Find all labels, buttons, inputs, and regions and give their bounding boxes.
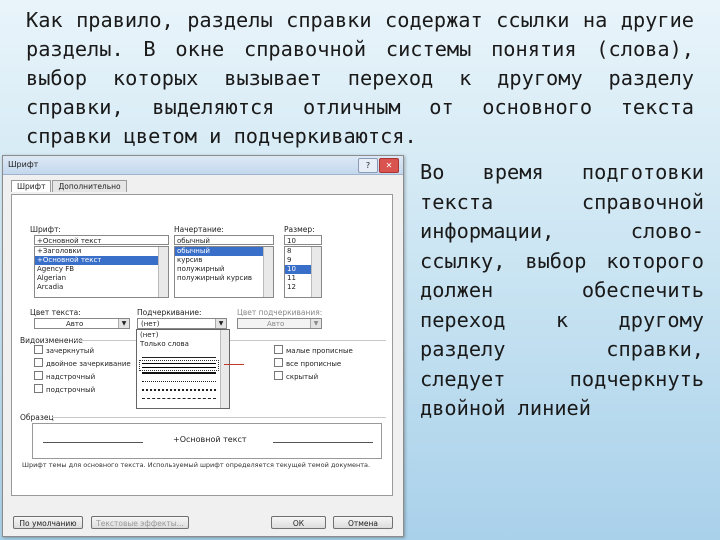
font-tab-panel: Шрифт: +Основной текст +Заголовки +Основ… (11, 194, 393, 496)
color-label: Цвет текста: (30, 308, 81, 317)
style-list-scrollbar[interactable] (263, 247, 273, 297)
list-item[interactable]: Algerian (35, 274, 168, 283)
divider (52, 417, 386, 418)
list-item[interactable]: +Основной текст (35, 256, 168, 265)
small-caps-checkbox[interactable]: малые прописные (274, 345, 353, 356)
checkbox-label: скрытый (286, 373, 319, 381)
sample-info: Шрифт темы для основного текста. Использ… (22, 461, 371, 469)
size-list-scrollbar[interactable] (311, 247, 321, 297)
help-button[interactable]: ? (358, 158, 378, 173)
list-item[interactable]: курсив (175, 256, 273, 265)
list-item[interactable]: полужирный курсив (175, 274, 273, 283)
size-label: Размер: (284, 225, 315, 234)
close-button[interactable]: ✕ (379, 158, 399, 173)
checkbox-label: надстрочный (46, 373, 96, 381)
side-paragraph: Во время подготовки текста справочной ин… (420, 160, 704, 420)
sample-text: +Основной текст (173, 435, 247, 444)
checkbox-label: малые прописные (286, 347, 353, 355)
underline-option-dotted[interactable] (142, 381, 216, 382)
pointer-line (224, 364, 244, 365)
underline-color-label: Цвет подчеркивания: (237, 308, 323, 317)
underline-option-double[interactable] (139, 360, 219, 371)
chevron-down-icon: ▼ (310, 319, 321, 328)
checkbox-box[interactable] (274, 371, 283, 380)
list-item[interactable]: Arcadia (35, 283, 168, 292)
chevron-down-icon[interactable]: ▼ (215, 319, 226, 328)
font-dialog: Шрифт ? ✕ Шрифт Дополнительно Шрифт: +Осн… (2, 155, 404, 537)
underline-option-words[interactable]: Только слова (140, 340, 216, 348)
tab-advanced[interactable]: Дополнительно (52, 180, 127, 192)
divider (74, 340, 386, 341)
checkbox-label: двойное зачеркивание (46, 360, 131, 368)
underline-option-thick[interactable] (142, 372, 216, 374)
underline-dropdown: (нет) Только слова (136, 329, 230, 409)
chevron-down-icon: ▼ (118, 319, 129, 328)
checkbox-label: зачеркнутый (46, 347, 94, 355)
checkbox-box[interactable] (34, 358, 43, 367)
color-value: Авто (66, 320, 84, 328)
checkbox-label: все прописные (286, 360, 342, 368)
checkbox-box[interactable] (34, 371, 43, 380)
list-item[interactable]: полужирный (175, 265, 273, 274)
intro-paragraph: Как правило, разделы справки содержат сс… (26, 8, 694, 148)
checkbox-label: подстрочный (46, 386, 96, 394)
underline-label: Подчеркивание: (137, 308, 202, 317)
sample-group-label: Образец (20, 413, 54, 422)
cancel-button[interactable]: Отмена (333, 516, 393, 529)
color-select[interactable]: Авто ▼ (34, 318, 130, 329)
underline-option-none[interactable]: (нет) (140, 331, 216, 339)
list-item[interactable]: Agency FB (35, 265, 168, 274)
font-list-scrollbar[interactable] (158, 247, 168, 297)
list-item[interactable]: +Заголовки (35, 247, 168, 256)
default-button[interactable]: По умолчанию (13, 516, 83, 529)
underline-option-single[interactable] (142, 357, 216, 358)
underline-select[interactable]: (нет) ▼ (137, 318, 227, 329)
dialog-titlebar: Шрифт ? ✕ (3, 156, 403, 175)
underline-color-value: Авто (267, 320, 285, 328)
hidden-checkbox[interactable]: скрытый (274, 371, 318, 382)
checkbox-box[interactable] (34, 345, 43, 354)
strikethrough-checkbox[interactable]: зачеркнутый (34, 345, 94, 356)
style-list[interactable]: обычный курсив полужирный полужирный кур… (174, 246, 274, 298)
dropdown-scrollbar[interactable] (220, 330, 229, 408)
tab-font[interactable]: Шрифт (11, 180, 52, 192)
font-input[interactable]: +Основной текст (34, 235, 169, 245)
list-item[interactable]: обычный (175, 247, 273, 256)
style-input[interactable]: обычный (174, 235, 274, 245)
checkbox-box[interactable] (274, 345, 283, 354)
text-effects-button[interactable]: Текстовые эффекты... (91, 516, 189, 529)
underline-color-select[interactable]: Авто ▼ (237, 318, 322, 329)
ok-button[interactable]: ОК (271, 516, 326, 529)
sample-preview: +Основной текст (32, 423, 382, 459)
superscript-checkbox[interactable]: надстрочный (34, 371, 95, 382)
font-label: Шрифт: (30, 225, 61, 234)
underline-option-dotted-thick[interactable] (142, 389, 216, 391)
dialog-tabs: Шрифт Дополнительно (11, 180, 128, 194)
checkbox-box[interactable] (274, 358, 283, 367)
style-label: Начертание: (174, 225, 224, 234)
checkbox-box[interactable] (34, 384, 43, 393)
dialog-title: Шрифт (8, 160, 39, 169)
underline-option-dashed[interactable] (142, 398, 216, 399)
baseline-right (273, 442, 373, 443)
size-list[interactable]: 8 9 10 11 12 (284, 246, 322, 298)
all-caps-checkbox[interactable]: все прописные (274, 358, 341, 369)
subscript-checkbox[interactable]: подстрочный (34, 384, 95, 395)
underline-value: (нет) (141, 320, 160, 328)
double-strikethrough-checkbox[interactable]: двойное зачеркивание (34, 358, 131, 369)
font-list[interactable]: +Заголовки +Основной текст Agency FB Alg… (34, 246, 169, 298)
baseline-left (43, 442, 143, 443)
size-input[interactable]: 10 (284, 235, 322, 245)
